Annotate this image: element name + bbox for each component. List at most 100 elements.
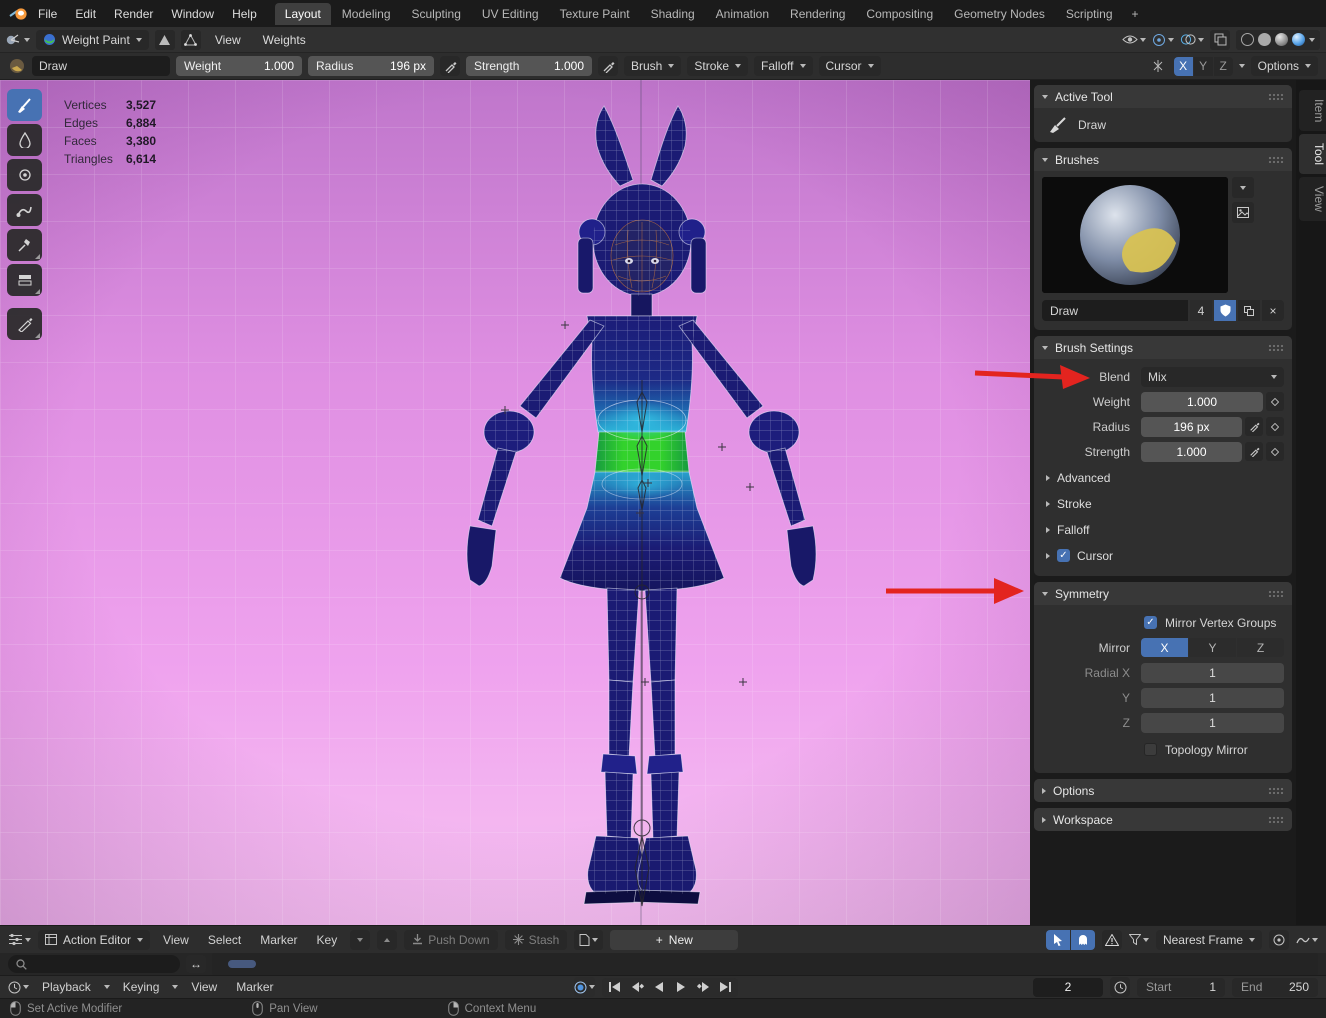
tool-smear-button[interactable] [7,194,42,226]
duplicate-brush-icon[interactable] [1238,300,1260,321]
overlays-dropdown[interactable] [1180,30,1204,50]
play-reverse-button[interactable] [649,979,669,996]
drag-grip-icon[interactable] [1268,93,1284,100]
new-action-button[interactable]: + New [610,930,738,950]
falloff-dropdown[interactable]: Falloff [754,56,812,76]
frame-end-field[interactable]: End 250 [1232,978,1318,997]
move-channel-down-button[interactable] [350,930,370,950]
keying-menu[interactable]: Keying [117,978,166,996]
cursor-dropdown[interactable]: Cursor [819,56,881,76]
timeline-editor-type-button[interactable] [8,977,29,997]
shading-material-icon[interactable] [1275,33,1288,46]
brush-thumbnail-icon[interactable] [8,58,26,74]
shading-wireframe-icon[interactable] [1241,33,1254,46]
horizontal-scrollbar-thumb[interactable] [228,960,256,968]
browse-action-button[interactable] [574,930,603,950]
drag-grip-icon[interactable] [1268,787,1284,794]
brush-name-input[interactable]: Draw [1042,300,1188,321]
prev-keyframe-button[interactable] [627,979,647,996]
frame-start-field[interactable]: Start 1 [1137,978,1225,997]
panel-brushes-header[interactable]: Brushes [1034,148,1292,171]
tool-annotate-button[interactable] [7,308,42,340]
channel-search-input[interactable] [8,955,180,973]
strength-pressure-toggle[interactable] [1245,442,1263,461]
tool-blur-button[interactable] [7,124,42,156]
radius-slider[interactable]: 196 px [1141,417,1242,437]
radial-y-field[interactable]: 1 [1141,688,1284,708]
radial-z-field[interactable]: 1 [1141,713,1284,733]
subpanel-advanced[interactable]: Advanced [1042,466,1284,489]
play-button[interactable] [671,979,691,996]
menu-view[interactable]: View [207,30,249,50]
gizmo-dropdown[interactable] [1152,30,1174,50]
symmetry-y-toggle[interactable]: Y [1189,638,1236,657]
ds-menu-view[interactable]: View [157,931,195,949]
tool-draw-button[interactable] [7,89,42,121]
jump-to-start-button[interactable] [605,979,625,996]
mirror-y-toggle[interactable]: Y [1194,57,1213,76]
move-channel-up-button[interactable] [377,930,397,950]
playback-menu[interactable]: Playback [36,978,97,996]
stroke-dropdown[interactable]: Stroke [687,56,748,76]
brush-image-icon[interactable] [1232,202,1254,223]
tl-menu-view[interactable]: View [185,978,223,996]
drag-grip-icon[interactable] [1268,344,1284,351]
drag-grip-icon[interactable] [1268,590,1284,597]
warning-icon[interactable] [1102,930,1122,950]
tool-sample-weight-button[interactable] [7,229,42,261]
brush-dropdown[interactable]: Brush [624,56,681,76]
tool-gradient-button[interactable] [7,264,42,296]
falloff-curve-dropdown[interactable] [1296,930,1318,950]
paint-mask-vertex-toggle[interactable] [181,30,201,50]
blend-mode-dropdown[interactable]: Mix [1141,367,1284,387]
editor-type-button[interactable] [6,30,30,50]
strength-slider[interactable]: Strength 1.000 [466,56,592,76]
viewport-canvas[interactable] [0,80,1030,925]
use-preview-range-clock-icon[interactable] [1110,977,1130,997]
stash-button[interactable]: Stash [505,930,568,950]
workspace-tab-sculpting[interactable]: Sculpting [402,3,471,25]
fake-user-shield-icon[interactable] [1214,300,1236,321]
paint-mask-face-toggle[interactable] [155,30,175,50]
brush-preview-image[interactable] [1042,177,1228,293]
menu-render[interactable]: Render [106,4,161,24]
sidebar-tab-view[interactable]: View [1299,177,1326,221]
strength-pressure-toggle[interactable] [598,56,618,76]
weight-decorator-icon[interactable] [1266,392,1284,411]
brush-users-count[interactable]: 4 [1190,300,1212,321]
subpanel-falloff[interactable]: Falloff [1042,518,1284,541]
menu-window[interactable]: Window [163,4,222,24]
mirror-vertex-groups-checkbox[interactable] [1144,616,1157,629]
topology-mirror-checkbox[interactable] [1144,743,1157,756]
workspace-tab-scripting[interactable]: Scripting [1056,3,1123,25]
panel-symmetry-header[interactable]: Symmetry [1034,582,1292,605]
panel-active-tool-header[interactable]: Active Tool [1034,85,1292,108]
mirror-x-toggle[interactable]: X [1174,57,1193,76]
panel-brush-settings-header[interactable]: Brush Settings [1034,336,1292,359]
mode-select[interactable]: Weight Paint [36,30,149,50]
dopesheet-scroll-strip[interactable] [212,953,1318,975]
radius-slider[interactable]: Radius 196 px [308,56,434,76]
brush-name-field[interactable]: Draw [32,56,170,76]
snap-mode-dropdown[interactable]: Nearest Frame [1156,930,1262,950]
jump-to-end-button[interactable] [715,979,735,996]
sidebar-tab-tool[interactable]: Tool [1299,134,1326,174]
visibility-dropdown[interactable] [1122,30,1146,50]
shading-dropdown[interactable] [1309,38,1315,42]
next-keyframe-button[interactable] [693,979,713,996]
dopesheet-editor-type-button[interactable] [8,930,31,950]
workspace-tab-modeling[interactable]: Modeling [332,3,401,25]
auto-keying-toggle[interactable] [574,977,595,997]
ds-menu-key[interactable]: Key [311,931,344,949]
workspace-tab-compositing[interactable]: Compositing [856,3,943,25]
strength-slider[interactable]: 1.000 [1141,442,1242,462]
ds-menu-select[interactable]: Select [202,931,247,949]
radius-decorator-icon[interactable] [1266,417,1284,436]
menu-edit[interactable]: Edit [67,4,104,24]
drag-grip-icon[interactable] [1268,156,1284,163]
menu-help[interactable]: Help [224,4,265,24]
add-workspace-button[interactable]: + [1124,4,1147,24]
mirror-link-icon[interactable] [1148,56,1168,76]
viewport-3d[interactable]: Vertices3,527 Edges6,884 Faces3,380 Tria… [0,80,1030,925]
panel-workspace-header[interactable]: Workspace [1034,808,1292,831]
